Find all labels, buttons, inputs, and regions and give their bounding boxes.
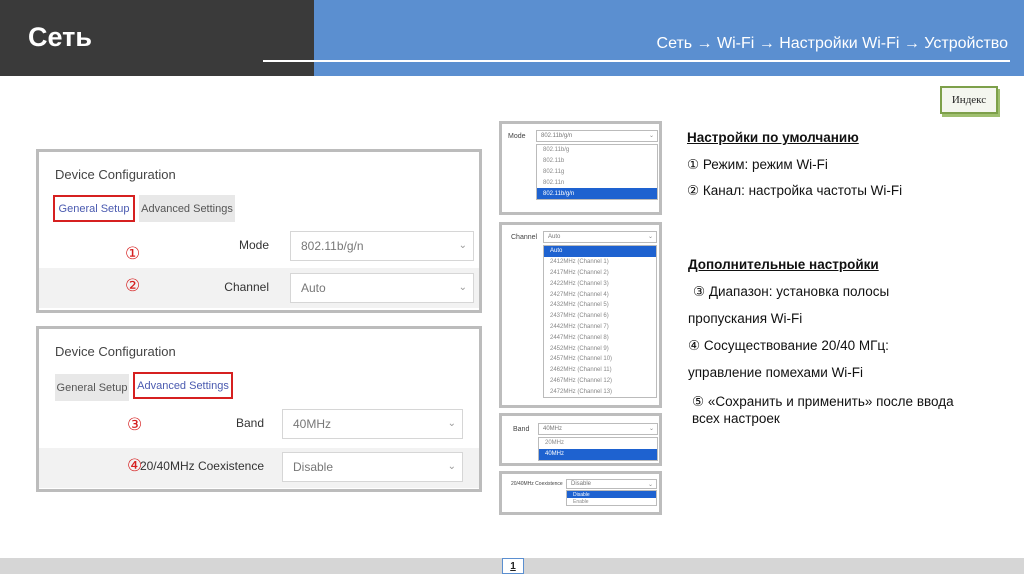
tab-advanced-settings[interactable]: Advanced Settings xyxy=(139,195,235,222)
mode-select[interactable]: 802.11b/g/n ⌄ xyxy=(290,231,474,261)
chevron-down-icon: ⌄ xyxy=(447,418,456,429)
dropdown-option[interactable]: Disable xyxy=(567,491,656,498)
mode-dropdown-screenshot: Mode 802.11b/g/n ⌄ 802.11b/g 802.11b 802.1… xyxy=(499,121,662,215)
dropdown-option[interactable]: Auto xyxy=(544,246,656,257)
coexistence-select-value: Disable xyxy=(571,481,592,487)
channel-select[interactable]: Auto ⌄ xyxy=(543,231,657,243)
mode-label: Mode xyxy=(238,238,269,252)
dropdown-option[interactable]: 802.11b xyxy=(537,156,657,167)
dropdown-option[interactable]: 802.11b/g xyxy=(537,145,657,156)
band-options-list: 20MHz 40MHz xyxy=(538,437,658,461)
page-title: Сеть xyxy=(28,22,92,52)
item-5-line-1: ⑤ «Сохранить и применить» после ввода xyxy=(692,394,954,409)
tab-general-setup[interactable]: General Setup xyxy=(55,374,129,401)
band-select-value: 40MHz xyxy=(543,426,563,432)
page-number: 1 xyxy=(502,558,524,574)
channel-select-value: Auto xyxy=(301,281,326,295)
coexistence-label: 20/40MHz Coexistence xyxy=(139,459,264,473)
dropdown-option[interactable]: Enable xyxy=(567,498,656,505)
dropdown-option[interactable]: 2422MHz (Channel 3) xyxy=(544,278,656,289)
dropdown-option[interactable]: 2462MHz (Channel 11) xyxy=(544,365,656,376)
chevron-down-icon: ⌄ xyxy=(647,482,653,488)
marker-2: ② xyxy=(125,276,141,296)
dropdown-option[interactable]: 2457MHz (Channel 10) xyxy=(544,354,656,365)
header-divider xyxy=(263,60,1010,62)
chevron-down-icon: ⌄ xyxy=(648,133,654,139)
mode-options-list: 802.11b/g 802.11b 802.11g 802.11n 802.11b/g/… xyxy=(536,144,658,200)
dropdown-option[interactable]: 2472MHz (Channel 13) xyxy=(544,386,656,397)
coexistence-label: 20/40MHz Coexistence xyxy=(511,481,563,487)
panel-title: Device Configuration xyxy=(55,167,176,182)
coexistence-options-list: Disable Enable xyxy=(566,490,657,506)
dropdown-option[interactable]: 2447MHz (Channel 8) xyxy=(544,332,656,343)
dropdown-option[interactable]: 2452MHz (Channel 9) xyxy=(544,343,656,354)
dropdown-option[interactable]: 2467MHz (Channel 12) xyxy=(544,376,656,387)
item-3-line-1: ③ Диапазон: установка полосы xyxy=(693,284,890,299)
band-dropdown-screenshot: Band 40MHz ⌄ 20MHz 40MHz xyxy=(499,413,662,466)
item-5-line-2: всех настроек xyxy=(692,411,780,426)
dropdown-option[interactable]: 802.11n xyxy=(537,177,657,188)
dropdown-option[interactable]: 2432MHz (Channel 5) xyxy=(544,300,656,311)
dropdown-option[interactable]: 2412MHz (Channel 1) xyxy=(544,257,656,268)
default-settings-heading: Настройки по умолчанию xyxy=(687,130,859,145)
dropdown-option[interactable]: 20MHz xyxy=(539,438,657,449)
band-label: Band xyxy=(513,426,530,433)
mode-label: Mode xyxy=(508,133,526,140)
channel-options-list: Auto 2412MHz (Channel 1) 2417MHz (Channel … xyxy=(543,245,657,399)
channel-select-value: Auto xyxy=(548,234,561,240)
advanced-settings-panel: Device Configuration General Setup Advan… xyxy=(36,326,482,492)
slide: Сеть Сеть → Wi-Fi → Настройки Wi-Fi → Ус… xyxy=(0,0,1024,574)
chevron-down-icon: ⌄ xyxy=(647,234,653,240)
dropdown-option[interactable]: 2417MHz (Channel 2) xyxy=(544,268,656,279)
item-2-text: ② Канал: настройка частоты Wi-Fi xyxy=(687,183,903,198)
advanced-settings-heading: Дополнительные настройки xyxy=(688,257,879,272)
band-select[interactable]: 40MHz ⌄ xyxy=(538,423,658,435)
band-select-value: 40MHz xyxy=(293,417,332,431)
mode-select[interactable]: 802.11b/g/n ⌄ xyxy=(536,130,658,142)
item-1-text: ① Режим: режим Wi-Fi xyxy=(687,157,828,172)
item-4-line-1: ④ Сосуществование 20/40 МГц: xyxy=(688,338,889,353)
marker-3: ③ xyxy=(127,415,143,435)
tab-general-setup[interactable]: General Setup xyxy=(53,195,135,222)
coexistence-select[interactable]: Disable ⌄ xyxy=(282,452,463,482)
channel-dropdown-screenshot: Channel Auto ⌄ Auto 2412MHz (Channel 1) 24… xyxy=(499,222,662,408)
tab-advanced-settings[interactable]: Advanced Settings xyxy=(133,372,233,399)
item-4-line-2: управление помехами Wi-Fi xyxy=(688,365,864,380)
marker-1: ① xyxy=(125,244,141,264)
channel-select[interactable]: Auto ⌄ xyxy=(290,273,474,303)
channel-label: Channel xyxy=(511,234,538,241)
chevron-down-icon: ⌄ xyxy=(648,426,654,432)
dropdown-option[interactable]: 2437MHz (Channel 6) xyxy=(544,311,656,322)
mode-select-value: 802.11b/g/n xyxy=(301,239,364,253)
channel-label: Channel xyxy=(224,280,269,294)
mode-select-value: 802.11b/g/n xyxy=(541,133,573,139)
item-3-line-2: пропускания Wi-Fi xyxy=(688,311,803,326)
band-label: Band xyxy=(235,416,264,430)
dropdown-option[interactable]: 802.11g xyxy=(537,167,657,178)
index-button[interactable]: Индекс xyxy=(940,86,998,114)
band-select[interactable]: 40MHz ⌄ xyxy=(282,409,463,439)
dropdown-option[interactable]: 2442MHz (Channel 7) xyxy=(544,322,656,333)
coexistence-dropdown-screenshot: 20/40MHz Coexistence Disable ⌄ Disable En… xyxy=(499,471,662,515)
chevron-down-icon: ⌄ xyxy=(447,461,456,472)
breadcrumb: Сеть → Wi-Fi → Настройки Wi-Fi → Устройс… xyxy=(656,35,1008,52)
chevron-down-icon: ⌄ xyxy=(458,282,467,293)
coexistence-select[interactable]: Disable ⌄ xyxy=(566,479,657,489)
coexistence-select-value: Disable xyxy=(293,460,334,474)
panel-title: Device Configuration xyxy=(55,344,176,359)
dropdown-option[interactable]: 802.11b/g/n xyxy=(537,188,657,199)
general-setup-panel: Device Configuration General Setup Advan… xyxy=(36,149,482,313)
dropdown-option[interactable]: 40MHz xyxy=(539,448,657,460)
chevron-down-icon: ⌄ xyxy=(458,240,467,251)
dropdown-option[interactable]: 2427MHz (Channel 4) xyxy=(544,289,656,300)
